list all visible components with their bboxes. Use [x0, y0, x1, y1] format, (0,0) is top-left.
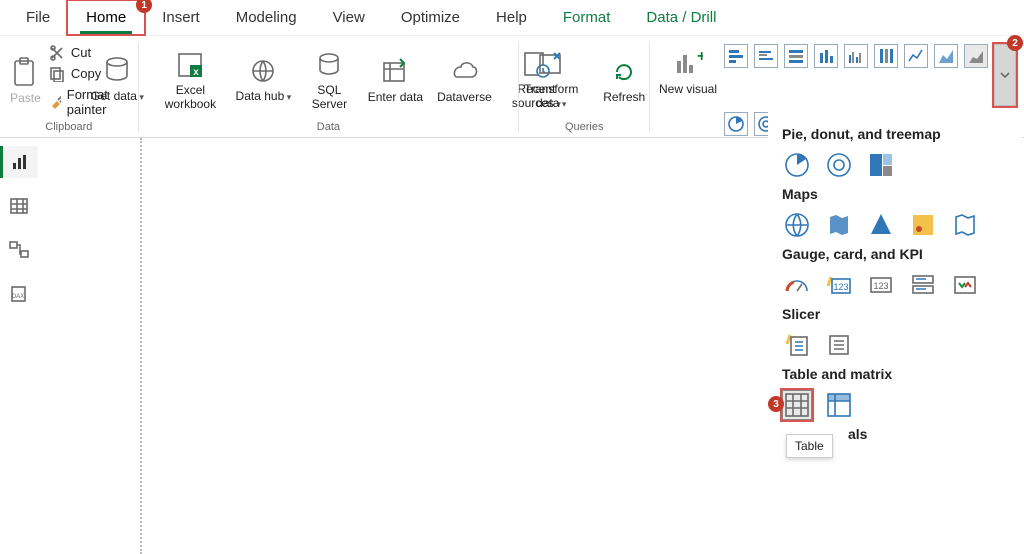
report-view-button[interactable] [0, 146, 38, 178]
brush-icon [49, 94, 61, 110]
tab-optimize[interactable]: Optimize [383, 1, 478, 34]
viz-donut-large[interactable] [824, 150, 854, 180]
viz-multirow-card-large[interactable] [908, 270, 938, 300]
viz-card2[interactable]: 123 [866, 270, 896, 300]
menu-bar: File Home 1 Insert Modeling View Optimiz… [0, 0, 1024, 36]
group-data: Get data x Excel workbook Data hub SQL S… [138, 36, 518, 137]
tab-home-label: Home [86, 9, 126, 26]
dataverse-button[interactable]: Dataverse [431, 52, 497, 104]
data-hub-button[interactable]: Data hub [233, 51, 293, 104]
tab-modeling[interactable]: Modeling [218, 1, 315, 34]
data-view-icon [9, 197, 29, 215]
data-group-label: Data [317, 119, 340, 137]
clipboard-icon [11, 57, 39, 89]
report-view-icon [11, 153, 31, 171]
copy-icon [49, 66, 65, 82]
viz-100-bar[interactable] [784, 44, 808, 68]
scissors-icon [49, 45, 65, 61]
database-icon [102, 56, 132, 86]
tab-format[interactable]: Format [545, 1, 629, 34]
svg-text:DAX: DAX [12, 294, 24, 300]
section-maps: Maps [782, 186, 1018, 202]
viz-shape-map[interactable] [950, 210, 980, 240]
svg-text:123: 123 [873, 281, 888, 291]
viz-clustered-bar[interactable] [754, 44, 778, 68]
tab-help[interactable]: Help [478, 1, 545, 34]
viz-kpi[interactable] [950, 270, 980, 300]
section-gauge: Gauge, card, and KPI [782, 246, 1018, 262]
transform-data-button[interactable]: Transform data [514, 44, 588, 111]
section-table: Table and matrix [782, 366, 1018, 382]
section-slicer: Slicer [782, 306, 1018, 322]
refresh-button[interactable]: Refresh [594, 52, 654, 104]
transform-icon [536, 49, 566, 79]
viz-stacked-area[interactable] [964, 44, 988, 68]
chevron-down-icon [999, 69, 1011, 81]
viz-100-column[interactable] [874, 44, 898, 68]
section-pie: Pie, donut, and treemap [782, 126, 1018, 142]
viz-slicer[interactable] [824, 330, 854, 360]
globe-icon [248, 56, 278, 86]
refresh-icon [609, 57, 639, 87]
viz-slicer-new[interactable] [782, 330, 812, 360]
visual-gallery-flyout: Pie, donut, and treemap Maps Gauge, card… [768, 112, 1022, 462]
visual-gallery-expand[interactable]: 2 [994, 44, 1016, 106]
viz-filled-map[interactable] [824, 210, 854, 240]
new-visual-icon: + [673, 49, 703, 79]
tab-file[interactable]: File [8, 1, 68, 34]
viz-clustered-column[interactable] [844, 44, 868, 68]
queries-group-label: Queries [565, 119, 604, 137]
table-tooltip: Table [786, 434, 833, 458]
dataverse-icon [449, 57, 479, 87]
tab-view[interactable]: View [315, 1, 383, 34]
excel-workbook-button[interactable]: x Excel workbook [153, 45, 227, 111]
enter-data-button[interactable]: Enter data [365, 52, 425, 104]
viz-card-large[interactable]: 123 [824, 270, 854, 300]
table-view-button[interactable] [0, 190, 38, 222]
viz-pie-large[interactable] [782, 150, 812, 180]
clipboard-group-label: Clipboard [45, 119, 92, 137]
group-queries: Transform data Refresh Queries [519, 36, 649, 137]
model-view-icon [9, 241, 29, 259]
view-switcher: DAX [0, 138, 38, 310]
viz-map-large[interactable] [782, 210, 812, 240]
tab-insert[interactable]: Insert [144, 1, 218, 34]
viz-azure-map[interactable] [866, 210, 896, 240]
dax-view-icon: DAX [9, 285, 29, 303]
viz-stacked-column[interactable] [814, 44, 838, 68]
viz-pie[interactable] [724, 112, 748, 136]
dax-view-button[interactable]: DAX [0, 278, 38, 310]
viz-gauge-large[interactable] [782, 270, 812, 300]
new-visual-button[interactable]: + New visual [658, 44, 718, 96]
svg-text:x: x [194, 67, 200, 78]
get-data-button[interactable]: Get data [87, 51, 147, 104]
callout-3: 3 [768, 396, 784, 412]
viz-line[interactable] [904, 44, 928, 68]
viz-stacked-bar[interactable] [724, 44, 748, 68]
sql-icon [314, 50, 344, 80]
viz-area[interactable] [934, 44, 958, 68]
model-view-button[interactable] [0, 234, 38, 266]
excel-icon: x [175, 50, 205, 80]
viz-treemap-large[interactable] [866, 150, 896, 180]
tab-home[interactable]: Home 1 [68, 1, 144, 34]
sql-server-button[interactable]: SQL Server [299, 45, 359, 111]
section-visuals-partial: als [848, 426, 1018, 442]
paste-label: Paste [10, 91, 41, 105]
svg-text:123: 123 [833, 282, 848, 292]
callout-2: 2 [1007, 35, 1023, 51]
viz-matrix-large[interactable] [824, 390, 854, 420]
enter-data-icon [380, 57, 410, 87]
canvas-guide [140, 138, 142, 554]
viz-arcgis-map[interactable] [908, 210, 938, 240]
svg-text:+: + [697, 49, 703, 65]
paste-button[interactable]: Paste [8, 51, 43, 105]
tab-data-drill[interactable]: Data / Drill [628, 1, 734, 34]
viz-table-large[interactable] [782, 390, 812, 420]
